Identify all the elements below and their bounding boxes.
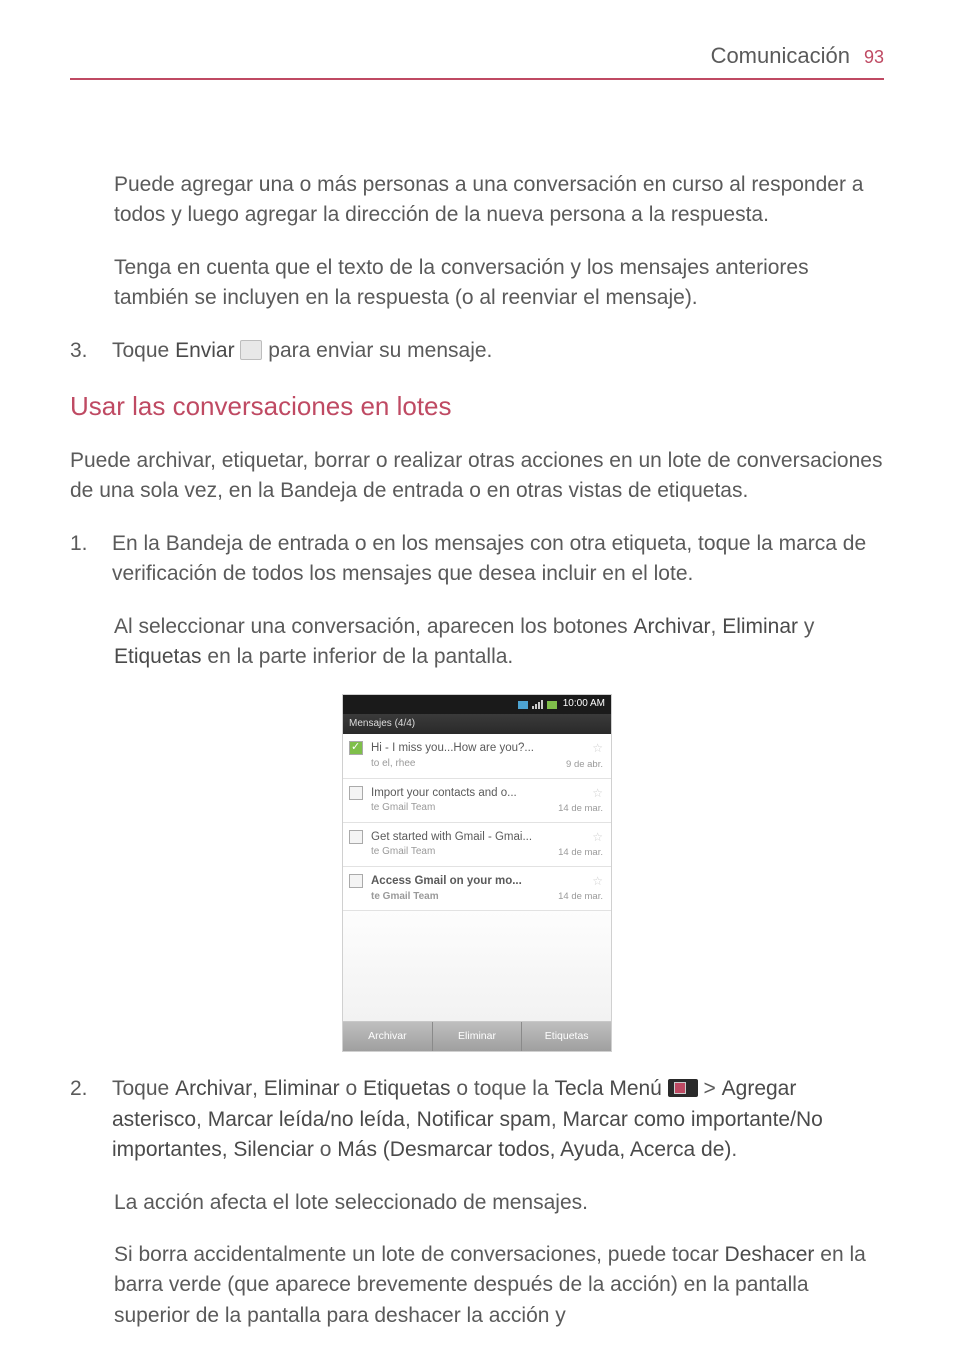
checkbox-icon[interactable] — [349, 741, 363, 755]
page-number: 93 — [864, 44, 884, 70]
body-paragraph: Puede archivar, etiquetar, borrar o real… — [70, 446, 884, 507]
text: Si borra accidentalmente un lote de conv… — [114, 1243, 725, 1266]
message-subject: Get started with Gmail - Gmai... — [371, 829, 603, 846]
text: para enviar su mensaje. — [262, 339, 492, 362]
ui-label: Etiquetas — [114, 645, 202, 668]
titlebar-left: Mensajes (4/4) — [349, 717, 415, 732]
text: o — [340, 1077, 363, 1100]
text: , — [551, 1108, 563, 1131]
message-subject: Access Gmail on your mo... — [371, 873, 603, 890]
ui-label: Marcar leída/no leída — [208, 1108, 405, 1131]
app-titlebar: Mensajes (4/4) — [343, 714, 611, 735]
message-row[interactable]: ☆ Import your contacts and o... te Gmail… — [343, 779, 611, 823]
ui-label: Enviar — [175, 339, 235, 362]
step-number: 3. — [70, 336, 104, 366]
ui-label: Etiquetas — [363, 1077, 451, 1100]
message-date: 14 de mar. — [558, 802, 603, 816]
step-number: 2. — [70, 1074, 104, 1165]
ui-label: Archivar — [175, 1077, 252, 1100]
section-heading: Usar las conversaciones en lotes — [70, 388, 884, 426]
body-paragraph: Puede agregar una o más personas a una c… — [70, 170, 884, 231]
text: Toque — [112, 339, 175, 362]
message-row[interactable]: ☆ Get started with Gmail - Gmai... te Gm… — [343, 823, 611, 867]
message-row[interactable]: ☆ Hi - I miss you...How are you?... to e… — [343, 734, 611, 778]
star-icon[interactable]: ☆ — [592, 740, 603, 757]
message-subject: Hi - I miss you...How are you?... — [371, 740, 603, 757]
message-list: ☆ Hi - I miss you...How are you?... to e… — [343, 734, 611, 911]
ui-label: Más (Desmarcar todos, Ayuda, Acerca de) — [337, 1138, 731, 1161]
ui-label: Notificar spam — [417, 1108, 551, 1131]
body-paragraph: La acción afecta el lote seleccionado de… — [70, 1188, 884, 1218]
message-row[interactable]: ☆ Access Gmail on your mo... te Gmail Te… — [343, 867, 611, 911]
screenshot-phone: 10:00 AM Mensajes (4/4) ☆ Hi - I miss yo… — [342, 694, 612, 1052]
step-text: Toque Archivar, Eliminar o Etiquetas o t… — [112, 1074, 884, 1165]
star-icon[interactable]: ☆ — [592, 829, 603, 846]
ui-label: Eliminar — [264, 1077, 340, 1100]
checkbox-icon[interactable] — [349, 874, 363, 888]
step-text: Toque Enviar para enviar su mensaje. — [112, 336, 884, 366]
body-paragraph: Al seleccionar una conversación, aparece… — [70, 612, 884, 673]
send-icon — [240, 340, 262, 360]
signal-icon — [532, 700, 543, 709]
ui-label: Tecla Menú — [554, 1077, 661, 1100]
body-paragraph: Si borra accidentalmente un lote de conv… — [70, 1240, 884, 1331]
status-icon — [518, 701, 528, 709]
text: Toque — [112, 1077, 175, 1100]
action-bar: Archivar Eliminar Etiquetas — [343, 1021, 611, 1051]
step-text: En la Bandeja de entrada o en los mensaj… — [112, 529, 884, 590]
message-date: 14 de mar. — [558, 890, 603, 904]
header-section: Comunicación — [711, 40, 850, 72]
ui-label: Eliminar — [722, 615, 798, 638]
delete-button[interactable]: Eliminar — [433, 1022, 523, 1051]
status-bar: 10:00 AM — [343, 695, 611, 714]
checkbox-icon[interactable] — [349, 786, 363, 800]
text: . — [731, 1138, 737, 1161]
star-icon[interactable]: ☆ — [592, 785, 603, 802]
text: y — [798, 615, 814, 638]
message-date: 9 de abr. — [566, 758, 603, 772]
message-date: 14 de mar. — [558, 846, 603, 860]
labels-button[interactable]: Etiquetas — [522, 1022, 611, 1051]
archive-button[interactable]: Archivar — [343, 1022, 433, 1051]
status-time: 10:00 AM — [563, 697, 605, 712]
text: o — [314, 1138, 337, 1161]
text: > — [698, 1077, 722, 1100]
menu-key-icon — [668, 1079, 698, 1097]
body-paragraph: Tenga en cuenta que el texto de la conve… — [70, 253, 884, 314]
message-subject: Import your contacts and o... — [371, 785, 603, 802]
text — [662, 1077, 668, 1100]
text: , — [196, 1108, 208, 1131]
text: o toque la — [451, 1077, 555, 1100]
text: Al seleccionar una conversación, aparece… — [114, 615, 633, 638]
text: en la parte inferior de la pantalla. — [202, 645, 514, 668]
checkbox-icon[interactable] — [349, 830, 363, 844]
text: , — [405, 1108, 417, 1131]
step-number: 1. — [70, 529, 104, 590]
battery-icon — [547, 701, 557, 709]
star-icon[interactable]: ☆ — [592, 873, 603, 890]
text: , — [252, 1077, 264, 1100]
text: , — [711, 615, 723, 638]
ui-label: Archivar — [633, 615, 710, 638]
empty-space — [343, 911, 611, 1021]
ui-label: Deshacer — [725, 1243, 815, 1266]
